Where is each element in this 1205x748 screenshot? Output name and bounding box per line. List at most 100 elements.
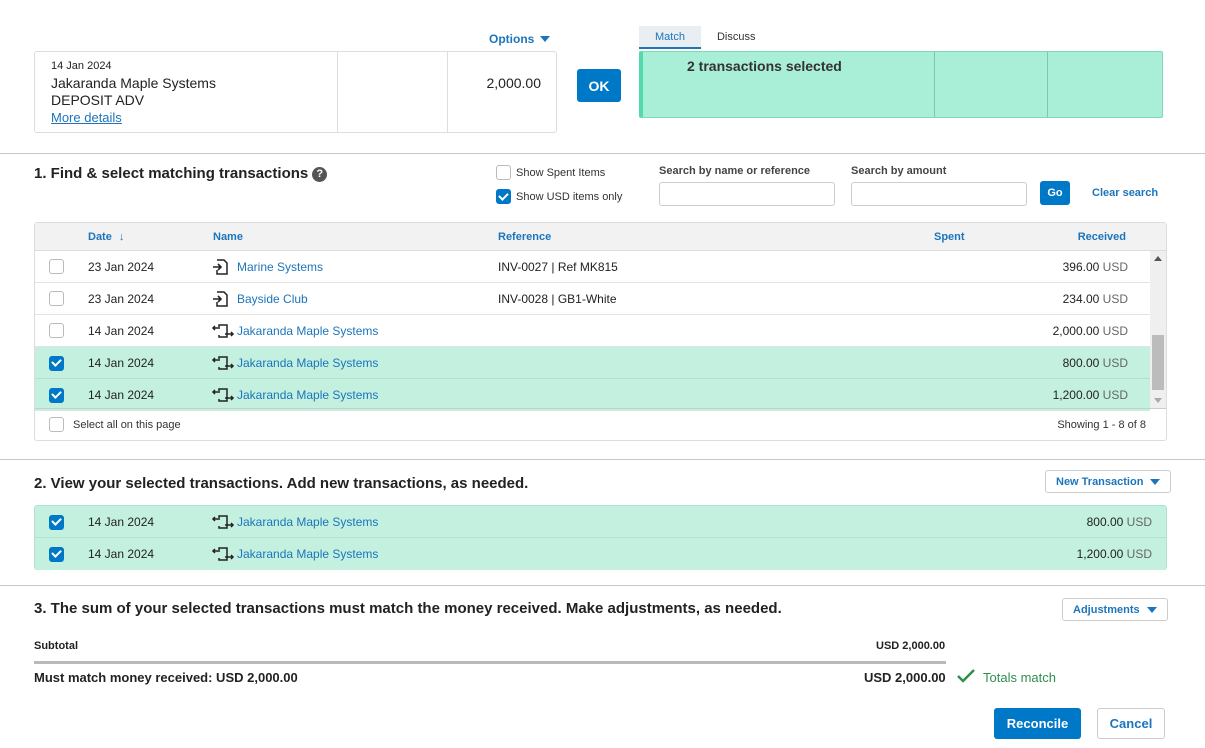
table-row[interactable]: 23 Jan 2024 Bayside Club INV-0028 | GB1-… [35,283,1150,315]
show-spent-option[interactable]: Show Spent Items [496,165,605,180]
search-name-label: Search by name or reference [659,165,811,177]
reconcile-button[interactable]: Reconcile [994,708,1081,739]
transfer-icon [211,354,235,375]
row-checkbox[interactable] [49,291,64,306]
row-reference: INV-0027 | Ref MK815 [498,260,618,274]
row-received: 1,200.00 USD [1076,547,1152,561]
row-name-link[interactable]: Bayside Club [237,292,308,306]
options-label: Options [489,32,535,46]
table-row-selected[interactable]: 14 Jan 2024 Jakaranda Maple Systems 1,20… [35,379,1150,411]
row-received: 800.00 USD [1086,515,1152,529]
match-tabs: Match Discuss [639,26,771,49]
col-received[interactable]: Received [1078,231,1126,243]
table-row-selected[interactable]: 14 Jan 2024 Jakaranda Maple Systems 800.… [35,347,1150,379]
show-spent-checkbox[interactable] [496,165,511,180]
row-checkbox[interactable] [49,323,64,338]
invoice-icon [211,290,229,311]
table-row[interactable]: 14 Jan 2024 Jakaranda Maple Systems 2,00… [35,315,1150,347]
row-checkbox[interactable] [49,387,64,403]
row-date: 14 Jan 2024 [88,547,155,561]
caret-down-icon [540,36,551,42]
transfer-icon [211,322,235,343]
divider [0,585,1205,586]
col-spent[interactable]: Spent [934,231,965,243]
divider [0,459,1205,460]
options-dropdown[interactable]: Options [489,32,551,46]
new-transaction-dropdown[interactable]: New Transaction [1045,470,1172,493]
table-header: Date ↓ Name Reference Spent Received [35,223,1166,251]
pagination-summary: Showing 1 - 8 of 8 [1057,419,1146,431]
select-all-label: Select all on this page [73,419,181,431]
selected-transactions-table: 14 Jan 2024 Jakaranda Maple Systems 800.… [34,505,1167,570]
go-button[interactable]: Go [1040,181,1070,205]
row-name-link[interactable]: Marine Systems [237,260,323,274]
divider [0,153,1205,154]
row-received: 396.00 USD [1062,260,1128,274]
section3-title: 3. The sum of your selected transactions… [34,600,782,617]
col-reference[interactable]: Reference [498,231,551,243]
match-summary-panel: 2 transactions selected [639,51,1163,118]
row-received: 800.00 USD [1062,356,1128,370]
row-date: 23 Jan 2024 [88,260,155,274]
row-date: 23 Jan 2024 [88,292,155,306]
totals-match-text: Totals match [983,670,1056,685]
row-date: 14 Jan 2024 [88,356,155,370]
row-name-link[interactable]: Jakaranda Maple Systems [237,388,378,402]
totals-match-status: Totals match [957,669,1056,686]
scroll-up-icon[interactable] [1154,256,1162,261]
row-name-link[interactable]: Jakaranda Maple Systems [237,547,378,561]
selected-row[interactable]: 14 Jan 2024 Jakaranda Maple Systems 1,20… [35,538,1166,570]
clear-search-link[interactable]: Clear search [1092,187,1158,199]
table-scrollbar[interactable] [1150,251,1166,408]
subtotal-label: Subtotal [34,640,78,652]
adjustments-dropdown[interactable]: Adjustments [1062,598,1168,621]
selected-row[interactable]: 14 Jan 2024 Jakaranda Maple Systems 800.… [35,506,1166,538]
select-all-checkbox[interactable] [49,417,64,432]
statement-payee: Jakaranda Maple Systems [51,75,216,91]
statement-spent [338,52,448,132]
row-date: 14 Jan 2024 [88,388,155,402]
caret-down-icon [1146,606,1157,613]
tab-match[interactable]: Match [639,26,701,49]
more-details-link[interactable]: More details [51,110,122,125]
tab-discuss[interactable]: Discuss [701,26,772,49]
show-usd-label: Show USD items only [516,190,623,203]
scroll-down-icon[interactable] [1154,398,1162,403]
row-checkbox[interactable] [49,355,64,371]
row-name-link[interactable]: Jakaranda Maple Systems [237,356,378,370]
row-name-link[interactable]: Jakaranda Maple Systems [237,515,378,529]
invoice-icon [211,258,229,279]
transfer-icon [211,386,235,407]
row-received: 234.00 USD [1062,292,1128,306]
section1-header: 1. Find & select matching transactions? [34,165,328,182]
statement-received: 2,000.00 [486,75,542,91]
cancel-button[interactable]: Cancel [1097,708,1165,739]
sort-arrow-icon: ↓ [118,231,125,243]
table-row[interactable]: 23 Jan 2024 Marine Systems INV-0027 | Re… [35,251,1150,283]
must-match-label: Must match money received: USD 2,000.00 [34,670,298,685]
row-name-link[interactable]: Jakaranda Maple Systems [237,324,378,338]
help-icon[interactable]: ? [312,166,328,182]
show-usd-option[interactable]: Show USD items only [496,189,622,204]
statement-description: DEPOSIT ADV [51,92,145,108]
row-received: 2,000.00 USD [1052,324,1128,338]
section1-title: 1. Find & select matching transactions? [34,165,328,182]
row-checkbox[interactable] [49,546,64,562]
checkmark-icon [957,669,975,686]
statement-date: 14 Jan 2024 [51,60,112,72]
show-usd-checkbox[interactable] [496,189,511,204]
section2-title: 2. View your selected transactions. Add … [34,475,529,492]
col-name[interactable]: Name [213,231,243,243]
search-amount-input[interactable] [851,182,1027,206]
row-checkbox[interactable] [49,259,64,274]
row-date: 14 Jan 2024 [88,515,155,529]
transfer-icon [211,545,235,566]
row-checkbox[interactable] [49,514,64,530]
caret-down-icon [1150,478,1161,485]
ok-button[interactable]: OK [577,69,621,102]
selected-count: 2 transactions selected [643,52,935,117]
row-date: 14 Jan 2024 [88,324,155,338]
col-date[interactable]: Date ↓ [88,231,124,243]
search-name-input[interactable] [659,182,835,206]
scroll-thumb[interactable] [1152,335,1164,390]
